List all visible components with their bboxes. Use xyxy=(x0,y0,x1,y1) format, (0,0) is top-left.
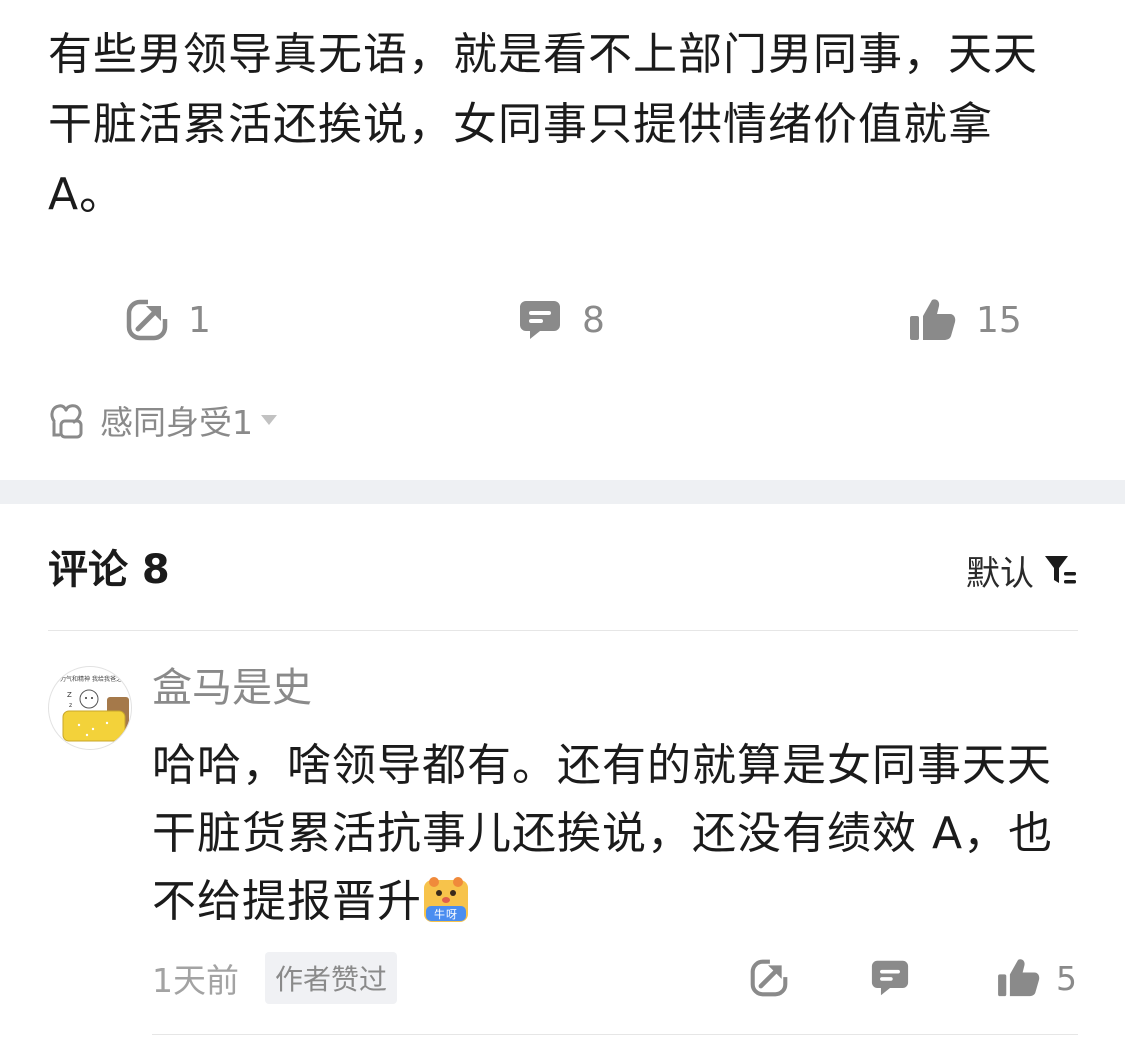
header-divider xyxy=(48,630,1078,631)
reaction-icon xyxy=(48,401,86,439)
comment-count: 8 xyxy=(582,299,605,341)
comment-icon xyxy=(518,299,562,341)
section-divider xyxy=(0,480,1125,504)
avatar[interactable]: 有力气和精神 我给我爸之后 Z z xyxy=(48,666,132,750)
reaction-label: 感同身受1 xyxy=(100,403,253,442)
author-liked-badge: 作者赞过 xyxy=(265,952,398,1004)
avatar-caption: 有力气和精神 我给我爸之后 xyxy=(54,675,128,683)
like-button[interactable]: 15 xyxy=(910,290,1022,350)
caret-down-icon[interactable] xyxy=(259,413,279,427)
comment-body: 哈哈，啥领导都有。还有的就算是女同事天天干脏货累活抗事儿还挨说，还没有绩效 A，… xyxy=(152,740,1054,927)
comment-meta: 1天前 作者赞过 xyxy=(152,952,398,1004)
comment-icon xyxy=(870,959,910,997)
sort-label: 默认 xyxy=(966,553,1034,594)
like-count: 15 xyxy=(976,299,1022,341)
share-button[interactable]: 1 xyxy=(126,290,211,350)
comment-author[interactable]: 盒马是史 xyxy=(152,662,312,714)
sort-button[interactable]: 默认 xyxy=(966,540,1078,600)
thumbs-up-icon xyxy=(910,298,956,342)
comment-time: 1天前 xyxy=(152,961,239,1000)
svg-text:z: z xyxy=(69,702,72,709)
comment-divider xyxy=(152,1034,1078,1035)
post-action-bar: 1 8 15 xyxy=(0,290,1125,350)
comments-title: 评论 8 xyxy=(48,547,170,593)
comment-like-count: 5 xyxy=(1056,958,1077,998)
reaction-summary[interactable]: 感同身受1 xyxy=(48,396,279,444)
emoji-label: 牛呀 xyxy=(434,907,458,921)
svg-text:Z: Z xyxy=(67,691,72,699)
post-body: 有些男领导真无语，就是看不上部门男同事，天天干脏活累活还挨说，女同事只提供情绪价… xyxy=(48,29,1038,220)
filter-icon xyxy=(1044,554,1078,586)
comment-text: 哈哈，啥领导都有。还有的就算是女同事天天干脏货累活抗事儿还挨说，还没有绩效 A，… xyxy=(152,732,1072,936)
comments-header: 评论 8 默认 xyxy=(48,540,1078,600)
comment-share-button[interactable] xyxy=(750,952,788,1004)
thumbs-up-icon xyxy=(998,958,1040,998)
comment-button[interactable]: 8 xyxy=(518,290,605,350)
share-icon xyxy=(126,299,168,341)
niu-ya-emoji-icon: 牛呀 xyxy=(422,876,470,924)
comment-reply-button[interactable] xyxy=(870,952,910,1004)
share-icon xyxy=(750,959,788,997)
share-count: 1 xyxy=(188,299,211,341)
comment-like-button[interactable]: 5 xyxy=(998,952,1077,1004)
